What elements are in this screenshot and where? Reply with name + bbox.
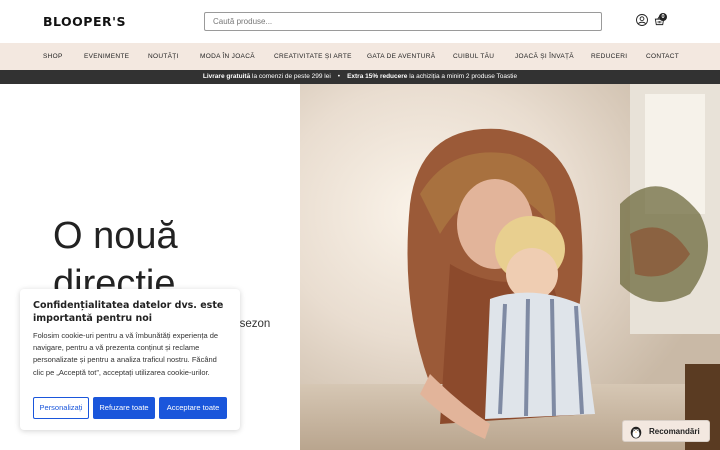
nav-item-aventura[interactable]: GATA DE AVENTURĂ: [367, 53, 435, 60]
nav-item-noutati[interactable]: NOUTĂȚI: [148, 53, 179, 60]
nav-item-contact[interactable]: CONTACT: [646, 53, 679, 60]
user-icon[interactable]: [636, 14, 648, 26]
reject-all-button[interactable]: Refuzare toate: [93, 397, 155, 419]
search-input[interactable]: [204, 12, 602, 31]
cart-count-badge: 0: [659, 13, 667, 21]
nav-item-moda[interactable]: MODA ÎN JOACĂ: [200, 53, 255, 60]
recommendations-label: Recomandări: [649, 427, 700, 436]
cookie-title: Confidențialitatea datelor dvs. este imp…: [33, 300, 224, 324]
cookie-text: Folosim cookie-uri pentru a vă îmbunătăț…: [33, 331, 219, 377]
cookie-consent-dialog: Confidențialitatea datelor dvs. este imp…: [20, 289, 240, 430]
hero-image: [300, 84, 720, 450]
nav-item-creativitate[interactable]: CREATIVITATE ȘI ARTE: [274, 53, 352, 60]
promo-shipping-text: la comenzi de peste 299 lei: [250, 73, 331, 80]
site-header: BLOOPER'S 0: [0, 0, 720, 43]
main-nav: SHOP EVENIMENTE NOUTĂȚI MODA ÎN JOACĂ CR…: [0, 43, 720, 70]
promo-discount-bold: Extra 15% reducere: [347, 73, 408, 80]
customize-button[interactable]: Personalizați: [33, 397, 89, 419]
nav-item-reduceri[interactable]: REDUCERI: [591, 53, 627, 60]
penguin-icon: [630, 426, 642, 439]
brand-logo[interactable]: BLOOPER'S: [43, 14, 126, 29]
promo-separator: •: [337, 73, 341, 80]
nav-item-joaca[interactable]: JOACĂ ȘI ÎNVAȚĂ: [515, 53, 574, 60]
promo-bar: Livrare gratuită la comenzi de peste 299…: [0, 70, 720, 84]
recommendations-button[interactable]: Recomandări: [622, 420, 710, 442]
promo-discount-text: la achiziția a minim 2 produse Toastie: [407, 73, 518, 80]
accept-all-button[interactable]: Acceptare toate: [159, 397, 227, 419]
nav-item-evenimente[interactable]: EVENIMENTE: [84, 53, 129, 60]
nav-item-shop[interactable]: SHOP: [43, 53, 63, 60]
promo-shipping-bold: Livrare gratuită: [202, 73, 251, 80]
nav-item-cuibul[interactable]: CUIBUL TĂU: [453, 53, 494, 60]
